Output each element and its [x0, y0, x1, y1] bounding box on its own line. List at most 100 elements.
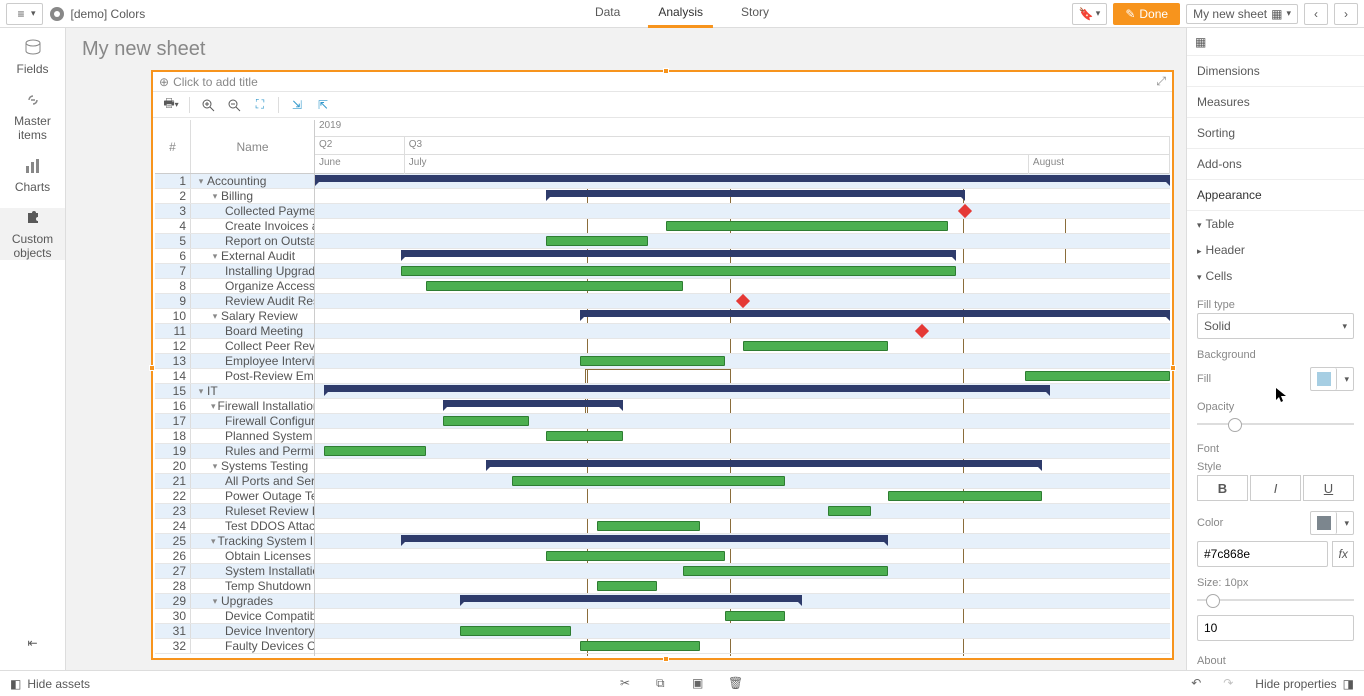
table-row[interactable]: 31Device Inventory — [155, 624, 314, 639]
timeline-row[interactable] — [315, 624, 1170, 639]
resize-handle-bottom[interactable] — [663, 656, 669, 662]
tab-data[interactable]: Data — [585, 0, 630, 28]
summary-bar[interactable] — [324, 385, 1051, 392]
task-bar[interactable] — [460, 626, 571, 636]
menu-button[interactable]: ≡▾ — [6, 3, 43, 25]
accordion-table[interactable]: ▾Table — [1187, 211, 1364, 237]
timeline-row[interactable] — [315, 444, 1170, 459]
task-bar[interactable] — [401, 266, 957, 276]
timeline-row[interactable] — [315, 174, 1170, 189]
task-bar[interactable] — [683, 566, 888, 576]
timeline-row[interactable] — [315, 579, 1170, 594]
sidebar-item-charts[interactable]: Charts — [0, 156, 65, 194]
summary-bar[interactable] — [580, 310, 1170, 317]
task-bar[interactable] — [597, 521, 700, 531]
tree-toggle-icon[interactable]: ▾ — [197, 386, 205, 397]
summary-bar[interactable] — [401, 535, 888, 542]
size-input[interactable] — [1197, 615, 1354, 641]
zoom-in-icon[interactable] — [200, 97, 216, 113]
summary-bar[interactable] — [546, 190, 965, 197]
sheet-selector[interactable]: My new sheet ▦ ▾ — [1186, 4, 1298, 24]
timeline-row[interactable] — [315, 354, 1170, 369]
sidebar-item-custom-objects[interactable]: Custom objects — [0, 208, 65, 260]
prev-sheet-button[interactable]: ‹ — [1304, 3, 1328, 25]
task-bar[interactable] — [324, 446, 427, 456]
timeline-row[interactable] — [315, 534, 1170, 549]
table-row[interactable]: 18Planned System Restart — [155, 429, 314, 444]
table-row[interactable]: 19Rules and Permissions Audit — [155, 444, 314, 459]
summary-bar[interactable] — [401, 250, 957, 257]
collapse-all-icon[interactable]: ⇱ — [315, 97, 331, 113]
task-bar[interactable] — [546, 551, 726, 561]
task-bar[interactable] — [546, 236, 649, 246]
table-row[interactable]: 26Obtain Licenses from the Vendor — [155, 549, 314, 564]
timeline-row[interactable] — [315, 429, 1170, 444]
tree-toggle-icon[interactable]: ▾ — [211, 311, 219, 322]
tree-toggle-icon[interactable]: ▾ — [211, 461, 219, 472]
expand-icon[interactable]: ⤢ — [1156, 74, 1166, 89]
next-sheet-button[interactable]: › — [1334, 3, 1358, 25]
table-row[interactable]: 9Review Audit Results — [155, 294, 314, 309]
table-row[interactable]: 29▾Upgrades — [155, 594, 314, 609]
grid-icon[interactable]: ▦ — [1195, 35, 1206, 49]
timeline-row[interactable] — [315, 519, 1170, 534]
task-bar[interactable] — [426, 281, 683, 291]
chevron-down-icon[interactable]: ▾ — [1340, 518, 1353, 529]
zoom-out-icon[interactable] — [226, 97, 242, 113]
tab-analysis[interactable]: Analysis — [648, 0, 713, 28]
tree-toggle-icon[interactable]: ▾ — [197, 176, 205, 187]
resize-handle-top[interactable] — [663, 68, 669, 74]
timeline-row[interactable] — [315, 264, 1170, 279]
tab-story[interactable]: Story — [731, 0, 779, 28]
timeline-row[interactable] — [315, 564, 1170, 579]
task-bar[interactable] — [580, 641, 700, 651]
milestone-marker[interactable] — [735, 294, 749, 308]
table-row[interactable]: 5Report on Outstanding Collections — [155, 234, 314, 249]
fill-color-picker[interactable] — [1311, 368, 1337, 390]
summary-bar[interactable] — [443, 400, 623, 407]
chevron-down-icon[interactable]: ▾ — [1340, 374, 1353, 385]
copy-icon[interactable]: ⧉ — [656, 676, 672, 692]
bookmarks-button[interactable]: 🔖▾ — [1072, 3, 1107, 25]
props-measures[interactable]: Measures — [1187, 87, 1364, 118]
timeline-row[interactable] — [315, 399, 1170, 414]
task-bar[interactable] — [888, 491, 1042, 501]
font-color-picker[interactable] — [1311, 512, 1337, 534]
milestone-marker[interactable] — [958, 204, 972, 218]
tree-toggle-icon[interactable]: ▾ — [211, 401, 216, 412]
table-row[interactable]: 25▾Tracking System Installation — [155, 534, 314, 549]
tree-toggle-icon[interactable]: ▾ — [211, 596, 219, 607]
paste-icon[interactable]: ▣ — [692, 676, 708, 692]
table-row[interactable]: 28Temp Shutdown for IT Audit — [155, 579, 314, 594]
cut-icon[interactable]: ✂ — [620, 676, 636, 692]
table-row[interactable]: 2▾Billing — [155, 189, 314, 204]
timeline-row[interactable] — [315, 219, 1170, 234]
accordion-cells[interactable]: ▾Cells — [1187, 263, 1364, 289]
task-bar[interactable] — [512, 476, 786, 486]
task-bar[interactable] — [443, 416, 529, 426]
timeline-row[interactable] — [315, 474, 1170, 489]
table-row[interactable]: 15▾IT — [155, 384, 314, 399]
timeline-row[interactable] — [315, 324, 1170, 339]
table-row[interactable]: 10▾Salary Review — [155, 309, 314, 324]
task-bar[interactable] — [1025, 371, 1170, 381]
props-sorting[interactable]: Sorting — [1187, 118, 1364, 149]
table-row[interactable]: 11Board Meeting — [155, 324, 314, 339]
task-bar[interactable] — [597, 581, 657, 591]
table-row[interactable]: 16▾Firewall Installation — [155, 399, 314, 414]
table-row[interactable]: 22Power Outage Tests — [155, 489, 314, 504]
timeline-row[interactable] — [315, 549, 1170, 564]
table-row[interactable]: 27System Installation — [155, 564, 314, 579]
tree-toggle-icon[interactable]: ▾ — [211, 251, 219, 262]
table-row[interactable]: 32Faulty Devices Check — [155, 639, 314, 654]
tree-toggle-icon[interactable]: ▾ — [211, 191, 219, 202]
table-row[interactable]: 17Firewall Configuration — [155, 414, 314, 429]
summary-bar[interactable] — [486, 460, 1042, 467]
timeline-row[interactable] — [315, 504, 1170, 519]
table-row[interactable]: 6▾External Audit — [155, 249, 314, 264]
timeline-row[interactable] — [315, 309, 1170, 324]
timeline-row[interactable] — [315, 294, 1170, 309]
size-slider[interactable] — [1197, 593, 1354, 607]
underline-button[interactable]: U — [1303, 475, 1354, 501]
table-row[interactable]: 4Create Invoices and Send to Customers — [155, 219, 314, 234]
